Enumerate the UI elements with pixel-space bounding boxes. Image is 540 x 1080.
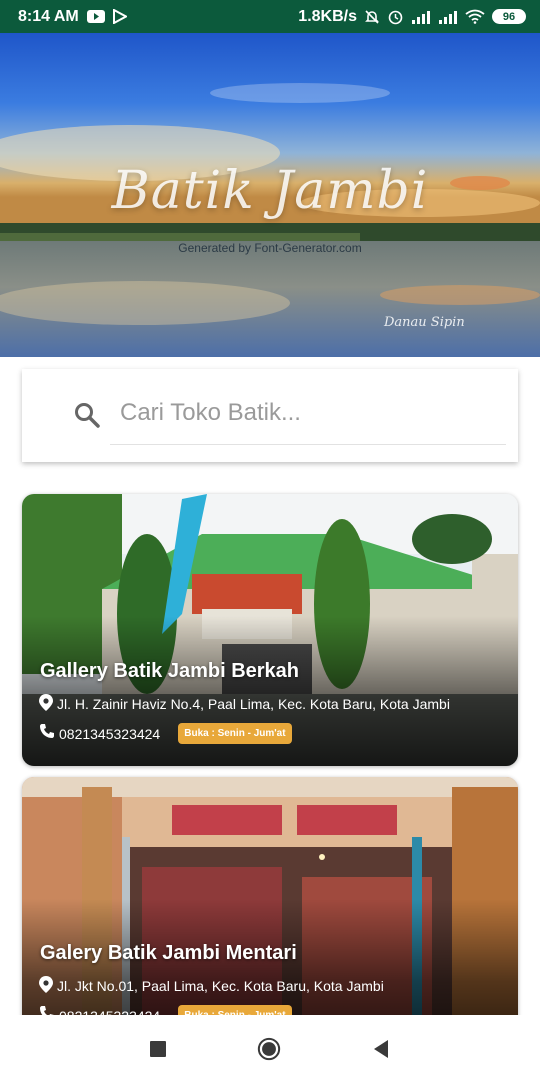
shop-card[interactable]: Galery Batik Jambi Mentari Jl. Jkt No.01… (22, 777, 518, 1049)
signal-icon (411, 10, 431, 24)
status-bar: 8:14 AM 1.8KB/s 96 (0, 0, 540, 33)
shop-address-text: Jl. Jkt No.01, Paal Lima, Kec. Kota Baru… (57, 978, 384, 994)
signal-icon (438, 10, 458, 24)
location-pin-icon (39, 976, 53, 996)
shop-name: Galery Batik Jambi Mentari (40, 942, 297, 964)
status-time: 8:14 AM (18, 7, 79, 25)
phone-icon (39, 723, 55, 744)
shop-phone-row: 0821345323424 Buka : Senin - Jum'at (39, 723, 292, 744)
youtube-icon (86, 10, 105, 23)
search-input[interactable] (120, 399, 480, 427)
home-button[interactable] (257, 1037, 281, 1061)
location-pin-icon (39, 694, 53, 714)
network-speed: 1.8KB/s (298, 7, 357, 25)
search-icon (74, 402, 100, 433)
search-bar[interactable] (22, 369, 518, 462)
shop-phone[interactable]: 0821345323424 (59, 726, 160, 742)
search-underline (110, 444, 506, 445)
open-hours-badge: Buka : Senin - Jum'at (178, 723, 292, 744)
banner-title: Batik Jambi (111, 161, 429, 221)
play-store-icon (112, 9, 127, 24)
wifi-icon (465, 9, 485, 24)
shop-address: Jl. H. Zainir Haviz No.4, Paal Lima, Kec… (39, 694, 450, 714)
shop-address: Jl. Jkt No.01, Paal Lima, Kec. Kota Baru… (39, 976, 384, 996)
mute-icon (364, 9, 380, 25)
back-button[interactable] (369, 1037, 393, 1061)
alarm-icon (387, 8, 404, 25)
shop-address-text: Jl. H. Zainir Haviz No.4, Paal Lima, Kec… (57, 696, 450, 712)
header-banner: Batik Jambi Generated by Font-Generator.… (0, 33, 540, 357)
recents-button[interactable] (146, 1037, 170, 1061)
shop-name: Gallery Batik Jambi Berkah (40, 660, 300, 682)
banner-subtitle: Generated by Font-Generator.com (178, 241, 362, 255)
navigation-bar (0, 1015, 540, 1080)
banner-signature: Danau Sipin (384, 315, 465, 330)
battery-icon: 96 (492, 9, 526, 24)
shop-card[interactable]: Gallery Batik Jambi Berkah Jl. H. Zainir… (22, 494, 518, 766)
